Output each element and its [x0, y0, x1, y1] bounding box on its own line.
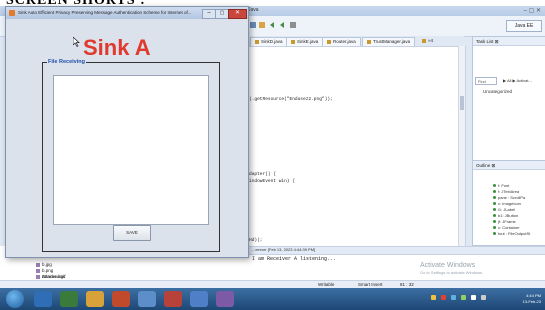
outline-item[interactable]: c: Container — [493, 225, 520, 230]
code-editor[interactable]: ).getResource("Endusez2.png")); dapter()… — [246, 46, 466, 248]
editor-tab-strip: SinkD.java SinkE.java Router.java TrustM… — [246, 36, 464, 47]
outline-item[interactable]: fout : FileOutputSt — [493, 231, 530, 236]
clock-date: 13-Feb-23 — [522, 299, 541, 304]
close-button[interactable]: ✕ — [228, 9, 247, 19]
firefox-icon[interactable] — [112, 291, 130, 307]
eclipse-icon[interactable] — [190, 291, 208, 307]
outline-item[interactable]: c: ImageIcon — [493, 201, 521, 206]
dialog-title-bar[interactable]: Sink Auto Efficient Privacy Preserving M… — [6, 7, 248, 19]
outline-item[interactable]: f: Font — [493, 183, 509, 188]
java-app-icon[interactable] — [216, 291, 234, 307]
outline-item[interactable]: f: JTextArea — [493, 189, 519, 194]
tray-icon[interactable] — [451, 295, 456, 300]
pointer-cursor-icon — [73, 37, 80, 47]
system-tray: 4:44 PM 13-Feb-23 — [411, 290, 541, 308]
network-icon[interactable] — [471, 295, 476, 300]
console-header: ...eerver [Feb 13, 2023 4:44:39 PM] — [252, 247, 316, 252]
received-file-textarea[interactable] — [53, 75, 209, 225]
explorer-item[interactable]: b.jpg — [36, 262, 52, 267]
console-output: I am Receiver A listening... — [252, 256, 337, 262]
code-line: ).getResource("Endusez2.png")); — [249, 97, 333, 102]
task-filter-label[interactable]: ▶ All ▶ Activat... — [503, 78, 532, 83]
task-list-panel: Task List ⊠ Find ▶ All ▶ Activat... Unca… — [472, 36, 545, 162]
eclipse-title-text: Java — [248, 7, 259, 13]
outline-item[interactable]: pane : ScrollPa — [493, 195, 525, 200]
toolbar-icons[interactable] — [250, 20, 320, 30]
outline-header[interactable]: Outline ⊠ — [473, 161, 545, 170]
task-list-header[interactable]: Task List ⊠ — [473, 37, 545, 46]
task-find-input[interactable]: Find — [475, 77, 497, 85]
explorer-icon[interactable] — [138, 291, 156, 307]
tray-icon[interactable] — [431, 295, 436, 300]
media-player-icon[interactable] — [60, 291, 78, 307]
windows-taskbar: 4:44 PM 13-Feb-23 — [0, 288, 545, 310]
outline-item[interactable]: jf: JFrame — [493, 219, 516, 224]
dialog-title-text: Sink Auto Efficient Privacy Preserving M… — [18, 10, 192, 15]
windows-start-icon[interactable] — [6, 290, 24, 308]
tray-icon[interactable] — [441, 295, 446, 300]
perspective-bar: Java EE — [470, 18, 545, 32]
tray-icon[interactable] — [461, 295, 466, 300]
explorer-item[interactable]: Banner.ans — [36, 274, 65, 279]
code-line: dapter() { — [249, 172, 277, 177]
explorer-item[interactable]: b.png — [36, 268, 53, 273]
uncategorized-item[interactable]: Uncategorized — [483, 89, 512, 94]
maximize-button[interactable]: ▢ — [215, 9, 229, 19]
chrome-icon[interactable] — [86, 291, 104, 307]
tab-overflow[interactable]: »4 — [418, 37, 437, 45]
eclipse-window-controls[interactable]: – ▢ ✕ — [524, 7, 541, 14]
outline-panel: Outline ⊠ f: Font f: JTextArea pane : Sc… — [472, 160, 545, 246]
activate-windows-watermark: Activate Windows Go to Settings to activ… — [420, 262, 483, 275]
outline-item[interactable]: l1: JLabel — [493, 207, 515, 212]
code-line: indowEvent win) { — [249, 179, 295, 184]
pdf-icon[interactable] — [164, 291, 182, 307]
java-app-icon — [9, 10, 15, 16]
save-button[interactable]: SAVE — [113, 225, 151, 241]
file-receiving-group: File Receiving SAVE — [42, 59, 220, 252]
sink-heading: Sink A — [83, 35, 151, 60]
ie-icon[interactable] — [34, 291, 52, 307]
activate-windows-subtitle: Go to Settings to activate Windows. — [420, 270, 484, 275]
activate-windows-title: Activate Windows — [420, 262, 476, 269]
editor-scrollbar[interactable] — [458, 46, 465, 246]
minimize-button[interactable]: – — [202, 9, 216, 19]
file-receiving-label: File Receiving — [47, 59, 86, 65]
sink-a-window: Sink Auto Efficient Privacy Preserving M… — [5, 6, 249, 258]
taskbar-clock[interactable]: 4:44 PM 13-Feb-23 — [523, 293, 541, 305]
volume-icon[interactable] — [481, 295, 486, 300]
code-line: Hd)); — [249, 238, 263, 243]
outline-item[interactable]: b1: JButton — [493, 213, 518, 218]
editor-scroll-thumb[interactable] — [460, 96, 464, 110]
java-ee-perspective-button[interactable]: Java EE — [506, 20, 542, 32]
